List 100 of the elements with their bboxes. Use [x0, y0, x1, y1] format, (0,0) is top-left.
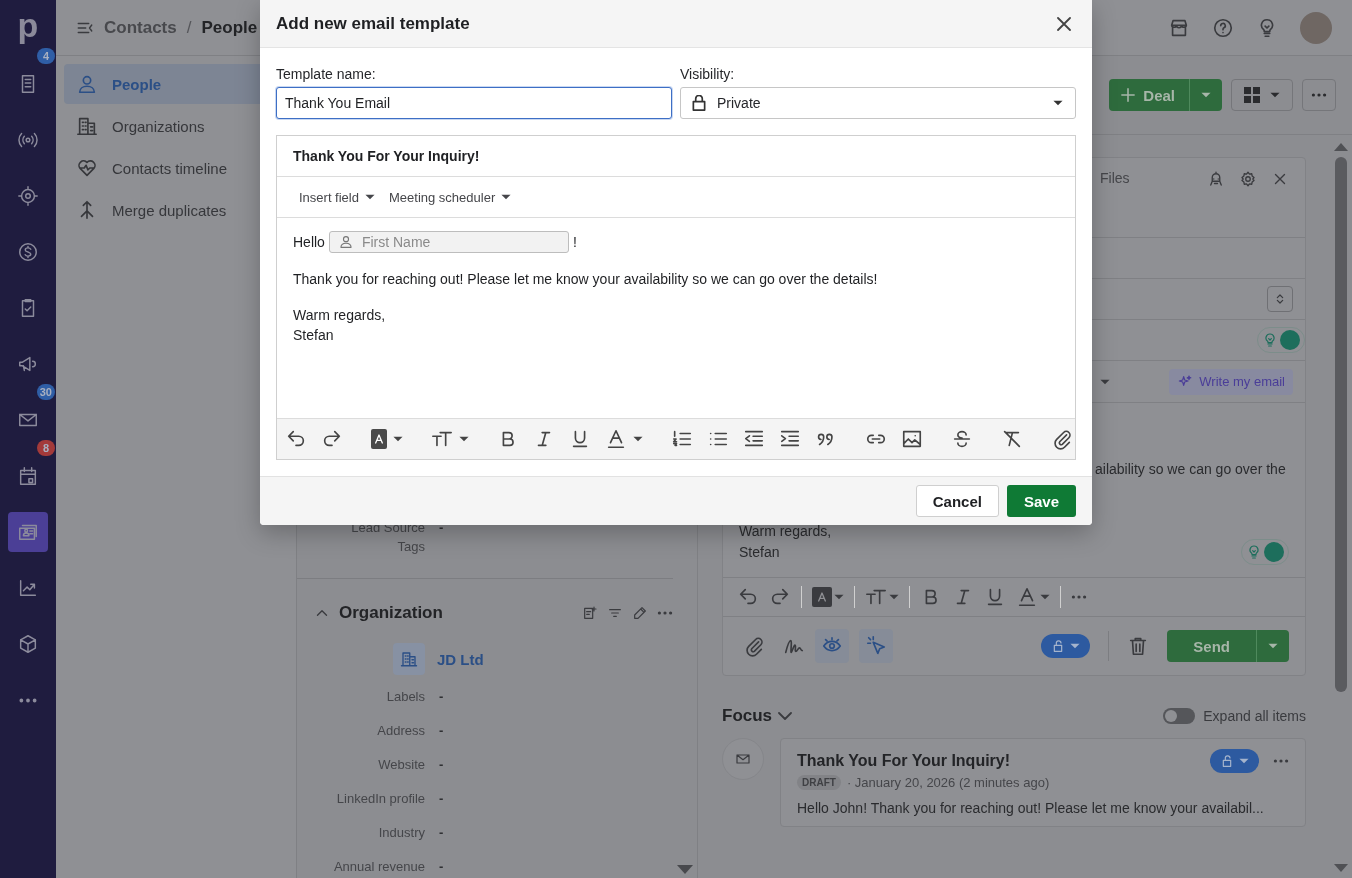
- chevron-icon: [778, 712, 793, 720]
- caret-icon: [1201, 92, 1211, 98]
- save-button[interactable]: Save: [1006, 485, 1076, 517]
- field-value: -: [439, 790, 444, 806]
- field-label: Annual revenue: [332, 858, 425, 874]
- toggle-switch[interactable]: [1163, 708, 1196, 724]
- paperclip-icon[interactable]: [743, 635, 765, 657]
- scroll-up-arrow-icon[interactable]: [1334, 143, 1348, 151]
- clear-format-icon[interactable]: [1001, 428, 1023, 450]
- email-subject[interactable]: Thank You For Your Inquiry!: [277, 136, 1075, 177]
- caret-icon[interactable]: [459, 436, 469, 442]
- paperclip-icon[interactable]: [1051, 428, 1073, 450]
- merge-field[interactable]: First Name: [328, 231, 569, 253]
- target-icon: [17, 185, 39, 207]
- greeting-text: Hello: [293, 234, 325, 250]
- breadcrumb-link[interactable]: Contacts: [104, 17, 177, 38]
- activity-title: Thank You For Your Inquiry!: [797, 752, 1011, 770]
- privacy-dropdown-button[interactable]: [1041, 634, 1091, 658]
- count-badge: 4: [37, 48, 55, 64]
- field-label: Address: [376, 722, 425, 738]
- toggle-label: Expand all items: [1203, 708, 1306, 724]
- add-deal-button[interactable]: Deal: [1109, 79, 1222, 111]
- field-label: Labels: [385, 688, 425, 704]
- caret-icon: [1270, 92, 1280, 98]
- grid-icon: [1244, 87, 1260, 103]
- send-button[interactable]: Send: [1167, 630, 1289, 662]
- focus-filter-dropdown[interactable]: Focus: [722, 706, 793, 726]
- strikethrough-icon[interactable]: [951, 428, 973, 450]
- person-icon: [339, 236, 352, 248]
- scroll-down-arrow-icon[interactable]: [1334, 864, 1348, 872]
- box-icon: [17, 633, 39, 655]
- breadcrumb-separator: /: [186, 17, 192, 38]
- email-preview: Hello John! Thank you for reaching out! Please let me know your availabil...: [797, 800, 1265, 816]
- close-icon[interactable]: [1057, 16, 1071, 31]
- visibility-dropdown[interactable]: Private: [680, 87, 1076, 119]
- count-badge: 8: [37, 440, 55, 456]
- caret-icon: [501, 194, 512, 200]
- highlight-icon[interactable]: [371, 429, 387, 449]
- caret-icon: [1268, 643, 1278, 649]
- status-badge: DRAFT: [797, 775, 841, 790]
- signature-line: Stefan: [293, 326, 334, 345]
- caret-icon[interactable]: [1040, 594, 1050, 600]
- activity-card[interactable]: Thank You For Your Inquiry! DRAFT · January 20, 2026 (2 minutes ago) Hello John! Thank you for reaching out! Please let me know your availabil...: [780, 738, 1306, 827]
- sidebar-item[interactable]: Merge duplicates: [64, 190, 288, 230]
- more-icon[interactable]: [657, 611, 673, 615]
- cursor-icon: [865, 635, 887, 657]
- signature-line: Warm regards,: [293, 306, 386, 325]
- more-icon[interactable]: [1273, 759, 1289, 763]
- app-logo[interactable]: p: [17, 0, 39, 56]
- scroll-down-arrow-icon[interactable]: [677, 865, 693, 874]
- font-color-icon[interactable]: [605, 428, 627, 450]
- robot-icon[interactable]: [1207, 170, 1225, 188]
- caret-icon[interactable]: [834, 594, 844, 600]
- tracking-eye-button[interactable]: [815, 629, 849, 663]
- settings-icon[interactable]: [1239, 170, 1257, 188]
- field-value: -: [439, 858, 444, 874]
- caret-icon: [1070, 643, 1081, 649]
- caret-icon: [1053, 100, 1063, 106]
- count-badge: 30: [36, 384, 55, 400]
- caret-icon[interactable]: [889, 594, 899, 600]
- building-icon: [76, 115, 98, 137]
- font-color-icon[interactable]: [1016, 586, 1038, 608]
- privacy-dropdown-button[interactable]: [1210, 749, 1259, 773]
- cancel-button[interactable]: Cancel: [915, 485, 999, 517]
- nav-item[interactable]: [8, 512, 48, 552]
- more-icon: [1311, 93, 1327, 97]
- more-icon[interactable]: [1071, 595, 1087, 599]
- caret-icon[interactable]: [1100, 378, 1110, 385]
- insert-menu[interactable]: Insert field: [299, 189, 375, 205]
- edit-icon[interactable]: [632, 605, 648, 621]
- scrollbar-thumb[interactable]: [1335, 157, 1347, 692]
- mail-icon: [735, 751, 751, 767]
- dialog-title: Add new email template: [276, 13, 470, 34]
- image-icon[interactable]: [901, 428, 923, 450]
- caret-icon: [365, 194, 375, 200]
- write-email-button[interactable]: Write my email: [1169, 368, 1293, 395]
- organization-link[interactable]: JD Ltd: [437, 650, 484, 668]
- field-value: -: [439, 688, 444, 704]
- lightbulb-icon: [1246, 544, 1262, 560]
- field-value: -: [439, 824, 444, 840]
- plus-icon: [1121, 88, 1136, 102]
- caret-icon: [1239, 758, 1249, 764]
- add-note-icon[interactable]: [582, 605, 598, 621]
- caret-icon[interactable]: [633, 436, 643, 442]
- click-tracking-button[interactable]: [859, 629, 893, 663]
- field-value: -: [439, 520, 444, 535]
- view-dropdown-button[interactable]: [1231, 79, 1293, 111]
- section-title: Organization: [339, 603, 443, 623]
- field-value: -: [439, 756, 444, 772]
- field-label: Tags: [396, 539, 425, 554]
- insert-menu[interactable]: Meeting scheduler: [389, 189, 512, 205]
- field-label: Industry: [377, 824, 425, 840]
- field-label: Visibility:: [680, 66, 736, 82]
- template-name-input[interactable]: Thank You Email: [276, 87, 672, 119]
- caret-icon[interactable]: [393, 436, 403, 442]
- tab[interactable]: Files: [1100, 170, 1130, 186]
- help-icon[interactable]: [1212, 16, 1234, 39]
- email-paragraph: Thank you for reaching out! Please let me know your availability so we can go over the details!: [293, 271, 879, 287]
- page-title: People: [201, 17, 258, 38]
- lock-icon: [691, 95, 707, 111]
